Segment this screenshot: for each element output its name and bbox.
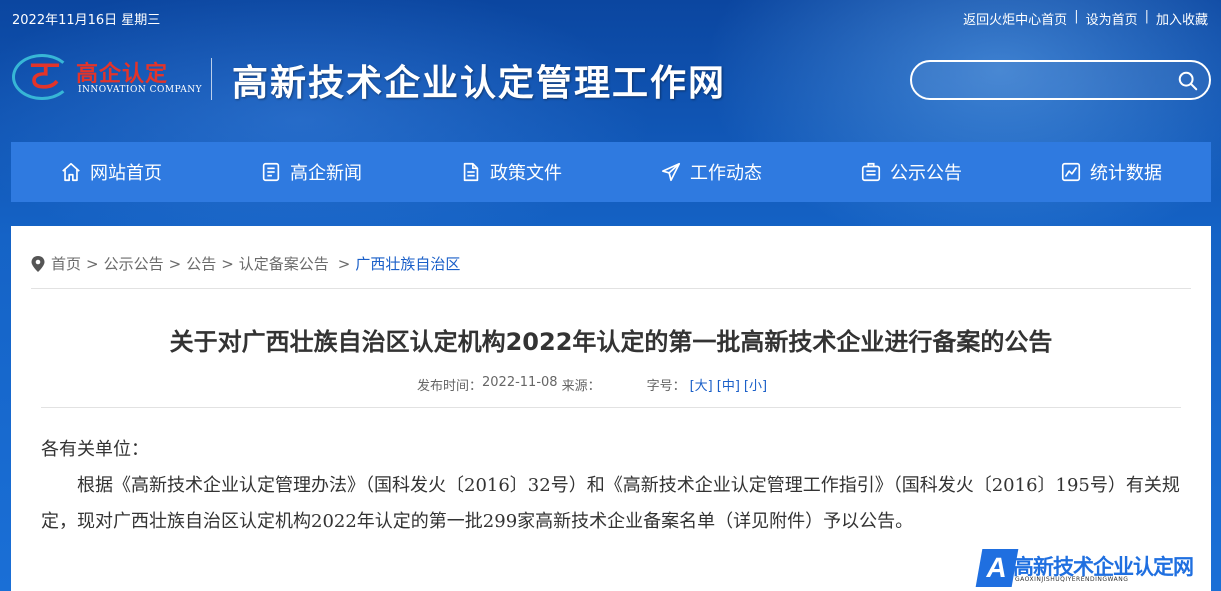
breadcrumb-filing[interactable]: 认定备案公告	[239, 253, 329, 274]
add-favorite-link[interactable]: 加入收藏	[1156, 9, 1208, 28]
set-homepage-link[interactable]: 设为首页	[1086, 9, 1138, 28]
article-title: 关于对广西壮族自治区认定机构2022年认定的第一批高新技术企业进行备案的公告	[169, 328, 1053, 356]
search-input[interactable]	[926, 69, 1166, 91]
breadcrumb-notices[interactable]: 公示公告	[104, 253, 164, 274]
breadcrumb: 首页 > 公示公告 > 公告 > 认定备案公告 > 广西壮族自治区	[31, 253, 460, 274]
top-links: 返回火炬中心首页 | 设为首页 | 加入收藏	[963, 9, 1208, 28]
document-icon	[463, 162, 479, 182]
search-box	[910, 60, 1211, 100]
location-pin-icon	[31, 255, 45, 272]
published-label: 发布时间：	[417, 379, 483, 394]
published-date: 2022-11-08	[482, 375, 558, 390]
return-torch-center-link[interactable]: 返回火炬中心首页	[963, 9, 1067, 28]
search-icon[interactable]	[1177, 70, 1199, 92]
logo-divider	[211, 58, 212, 100]
logo-mark-icon: ㄛ	[28, 57, 62, 97]
breadcrumb-separator: >	[86, 254, 99, 273]
home-icon	[62, 162, 80, 182]
breadcrumb-announcement[interactable]: 公告	[186, 253, 216, 274]
divider	[31, 288, 1191, 289]
breadcrumb-separator: >	[337, 254, 351, 273]
top-bar: 2022年11月16日 星期三 返回火炬中心首页 | 设为首页 | 加入收藏	[0, 0, 1221, 34]
nav-policy[interactable]: 政策文件	[411, 142, 611, 202]
site-logo[interactable]: ㄛ 高企认定 INNOVATION COMPANY	[12, 52, 212, 104]
top-link-separator: |	[1144, 9, 1149, 24]
article-meta: 发布时间： 2022-11-08 来源： 字号： [大] [中] [小]	[417, 375, 767, 394]
nav-home[interactable]: 网站首页	[11, 142, 211, 202]
article-paragraph: 根据《高新技术企业认定管理办法》（国科发火〔2016〕32号）和《高新技术企业认…	[41, 475, 1180, 532]
nav-notices[interactable]: 公示公告	[811, 142, 1011, 202]
divider	[41, 407, 1181, 408]
news-icon	[262, 162, 280, 182]
site-title: 高新技术企业认定管理工作网	[232, 62, 727, 104]
nav-news[interactable]: 高企新闻	[211, 142, 411, 202]
article-panel: 首页 > 公示公告 > 公告 > 认定备案公告 > 广西壮族自治区 关于对广西壮…	[11, 226, 1211, 591]
notice-icon	[861, 162, 881, 182]
watermark-logo: A 高新技术企业认定网 GAOXINJISHUQIYERENDINGWANG	[975, 545, 1221, 591]
watermark-subtext: GAOXINJISHUQIYERENDINGWANG	[1015, 576, 1129, 583]
current-date: 2022年11月16日 星期三	[12, 13, 161, 28]
paper-plane-icon	[661, 162, 681, 182]
top-link-separator: |	[1074, 9, 1079, 24]
watermark-badge-icon: A	[975, 549, 1019, 587]
nav-label: 工作动态	[690, 163, 762, 184]
nav-label: 公示公告	[890, 163, 962, 184]
nav-label: 政策文件	[490, 163, 562, 184]
font-size-label: 字号：	[646, 379, 686, 394]
nav-work-updates[interactable]: 工作动态	[611, 142, 811, 202]
font-size-small[interactable]: [小]	[744, 375, 767, 394]
source-label: 来源：	[561, 379, 601, 394]
nav-label: 网站首页	[90, 163, 162, 184]
nav-label: 高企新闻	[290, 163, 362, 184]
article-greeting: 各有关单位：	[41, 439, 149, 460]
logo-subtext: INNOVATION COMPANY	[78, 85, 203, 95]
font-size-medium[interactable]: [中]	[717, 375, 740, 394]
breadcrumb-separator: >	[221, 254, 234, 273]
font-size-large[interactable]: [大]	[690, 375, 713, 394]
breadcrumb-current[interactable]: 广西壮族自治区	[355, 253, 460, 274]
main-nav: 网站首页 高企新闻 政策文件 工作动态 公示公告 统计数据	[11, 142, 1211, 202]
nav-statistics[interactable]: 统计数据	[1011, 142, 1211, 202]
article-body: 各有关单位： 根据《高新技术企业认定管理办法》（国科发火〔2016〕32号）和《…	[41, 432, 1186, 540]
breadcrumb-separator: >	[168, 254, 182, 273]
chart-icon	[1061, 162, 1081, 182]
logo-text: 高企认定	[76, 62, 169, 87]
breadcrumb-home[interactable]: 首页	[51, 253, 81, 274]
nav-label: 统计数据	[1090, 163, 1162, 184]
